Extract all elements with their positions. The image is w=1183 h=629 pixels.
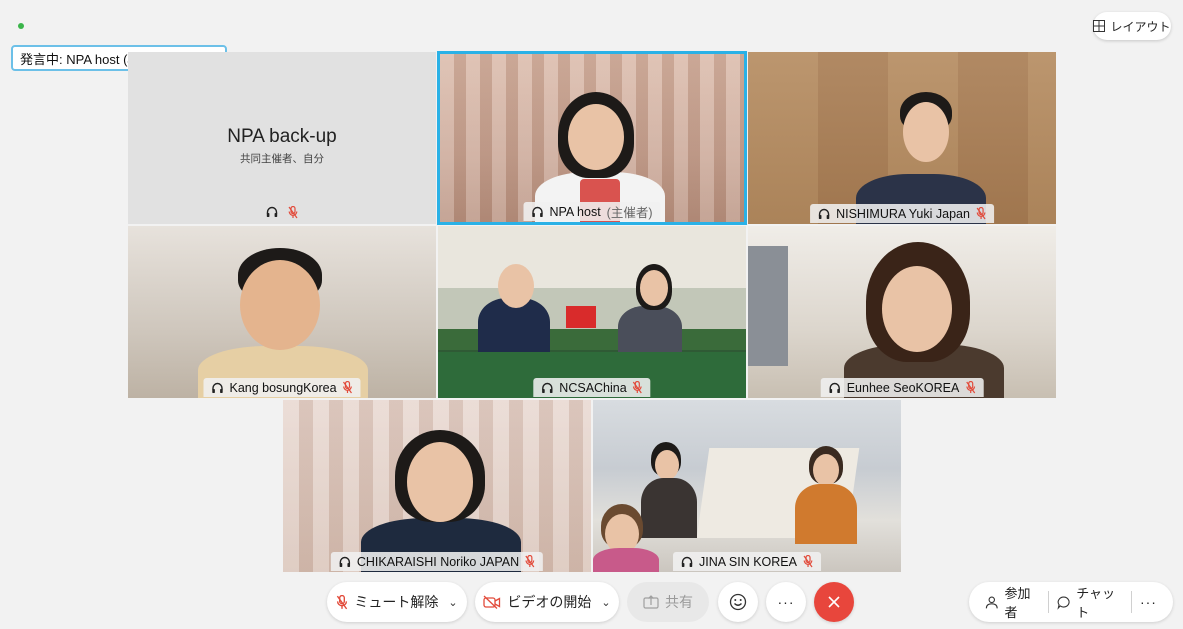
video-tile-ncsa-china[interactable]: NCSAChina — [438, 226, 746, 398]
participant-status-icons — [128, 206, 436, 219]
video-tile-kang[interactable]: Kang bosungKorea — [128, 226, 436, 398]
chat-bubble-icon — [1057, 596, 1070, 610]
participants-button[interactable]: 参加者 — [977, 583, 1048, 621]
participant-name-label: NPA host (主催者) — [523, 202, 661, 221]
start-video-button[interactable]: ビデオの開始 ⌄ — [475, 582, 619, 622]
reactions-button[interactable] — [718, 582, 758, 622]
video-feed — [593, 400, 901, 572]
video-tile-jina[interactable]: JINA SIN KOREA — [593, 400, 901, 572]
participant-name-label: JINA SIN KOREA — [673, 552, 821, 571]
headphones-icon — [829, 382, 840, 393]
participant-name: CHIKARAISHI Noriko JAPAN — [356, 554, 520, 569]
participant-name-label: NISHIMURA Yuki Japan — [810, 204, 994, 223]
video-tile-npa-backup[interactable]: NPA back-up 共同主催者、自分 — [128, 52, 436, 224]
muted-mic-icon — [525, 555, 535, 568]
muted-mic-icon — [633, 381, 643, 394]
connection-status-icon — [18, 23, 24, 29]
close-icon — [828, 596, 840, 608]
start-video-button-label: ビデオの開始 — [507, 594, 592, 610]
chevron-down-icon[interactable]: ⌄ — [601, 596, 610, 609]
video-feed — [438, 226, 746, 398]
more-icon: ··· — [1139, 594, 1157, 610]
muted-mic-icon — [976, 207, 986, 220]
video-tile-nishimura[interactable]: NISHIMURA Yuki Japan — [748, 52, 1056, 224]
muted-mic-icon — [288, 206, 298, 219]
participant-role: (主催者) — [606, 206, 653, 220]
share-button[interactable]: 共有 — [627, 582, 709, 622]
participant-name: NCSAChina — [559, 380, 627, 395]
participant-name: Eunhee SeoKOREA — [846, 380, 960, 395]
smiley-icon — [729, 593, 747, 611]
headphones-icon — [681, 556, 693, 567]
video-feed — [748, 226, 1056, 398]
video-feed — [440, 54, 744, 222]
unmute-button-label: ミュート解除 — [354, 594, 439, 610]
headphones-icon — [266, 206, 278, 217]
right-panel-controls: 参加者 チャット ··· — [969, 582, 1173, 622]
participant-name: NISHIMURA Yuki Japan — [836, 206, 970, 221]
chat-button[interactable]: チャット — [1049, 583, 1131, 621]
participant-name-label: NCSAChina — [533, 378, 651, 397]
participant-name-label: Kang bosungKorea — [203, 378, 361, 397]
headphones-icon — [532, 206, 543, 217]
more-options-button[interactable]: ··· — [766, 582, 806, 622]
headphones-icon — [542, 382, 553, 393]
participant-name-label: Eunhee SeoKOREA — [820, 378, 984, 397]
video-feed — [128, 226, 436, 398]
leave-meeting-button[interactable] — [814, 582, 854, 622]
headphones-icon — [818, 208, 830, 219]
chat-label: チャット — [1076, 586, 1116, 620]
panel-more-button[interactable]: ··· — [1132, 594, 1165, 610]
layout-button[interactable]: レイアウト — [1093, 12, 1171, 40]
video-off-icon — [483, 595, 501, 609]
headphones-icon — [339, 556, 351, 567]
participant-role: 共同主催者、自分 — [240, 153, 324, 165]
headphones-icon — [212, 382, 223, 393]
video-tile-chikaraishi[interactable]: CHIKARAISHI Noriko JAPAN — [283, 400, 591, 572]
meeting-toolbar: ミュート解除 ⌄ ビデオの開始 ⌄ 共有 ··· 参加者 チャット ··· — [0, 582, 1183, 622]
video-feed — [283, 400, 591, 572]
participants-label: 参加者 — [1004, 586, 1031, 620]
person-icon — [985, 596, 998, 608]
participant-name: NPA host — [549, 204, 601, 219]
participant-name: JINA SIN KOREA — [699, 554, 797, 569]
share-button-label: 共有 — [665, 594, 693, 610]
participant-name-label: CHIKARAISHI Noriko JAPAN — [330, 552, 544, 571]
video-tile-npa-host[interactable]: NPA host (主催者) — [437, 51, 747, 225]
muted-mic-icon — [337, 594, 348, 609]
muted-mic-icon — [965, 381, 975, 394]
chevron-down-icon[interactable]: ⌄ — [448, 596, 457, 609]
participant-name: Kang bosungKorea — [229, 380, 337, 395]
video-feed — [748, 52, 1056, 224]
more-icon: ··· — [777, 594, 795, 610]
participant-name: NPA back-up — [227, 126, 337, 147]
share-icon — [643, 595, 659, 609]
grid-layout-icon — [1093, 20, 1106, 32]
video-tile-eunhee[interactable]: Eunhee SeoKOREA — [748, 226, 1056, 398]
muted-mic-icon — [803, 555, 813, 568]
muted-mic-icon — [343, 381, 353, 394]
layout-button-label: レイアウト — [1110, 19, 1171, 34]
unmute-button[interactable]: ミュート解除 ⌄ — [327, 582, 467, 622]
